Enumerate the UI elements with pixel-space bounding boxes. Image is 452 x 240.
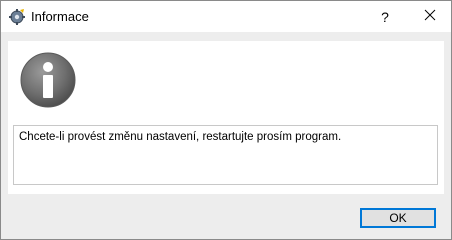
message-box: Chcete-li provést změnu nastavení, resta…	[13, 125, 438, 185]
help-button[interactable]: ?	[367, 1, 403, 32]
close-icon	[424, 8, 436, 26]
content-panel: Chcete-li provést změnu nastavení, resta…	[8, 41, 444, 194]
dialog-window: Informace ? Chcete-li provést změnu nast…	[0, 0, 452, 240]
message-text: Chcete-li provést změnu nastavení, resta…	[19, 131, 342, 143]
title-bar[interactable]: Informace ?	[1, 1, 451, 32]
ok-button[interactable]: OK	[360, 208, 436, 228]
window-title: Informace	[31, 9, 89, 24]
information-icon	[20, 52, 76, 108]
help-label: ?	[381, 8, 389, 25]
app-gear-icon	[9, 8, 26, 25]
close-button[interactable]	[409, 1, 451, 32]
ok-label: OK	[389, 211, 407, 225]
